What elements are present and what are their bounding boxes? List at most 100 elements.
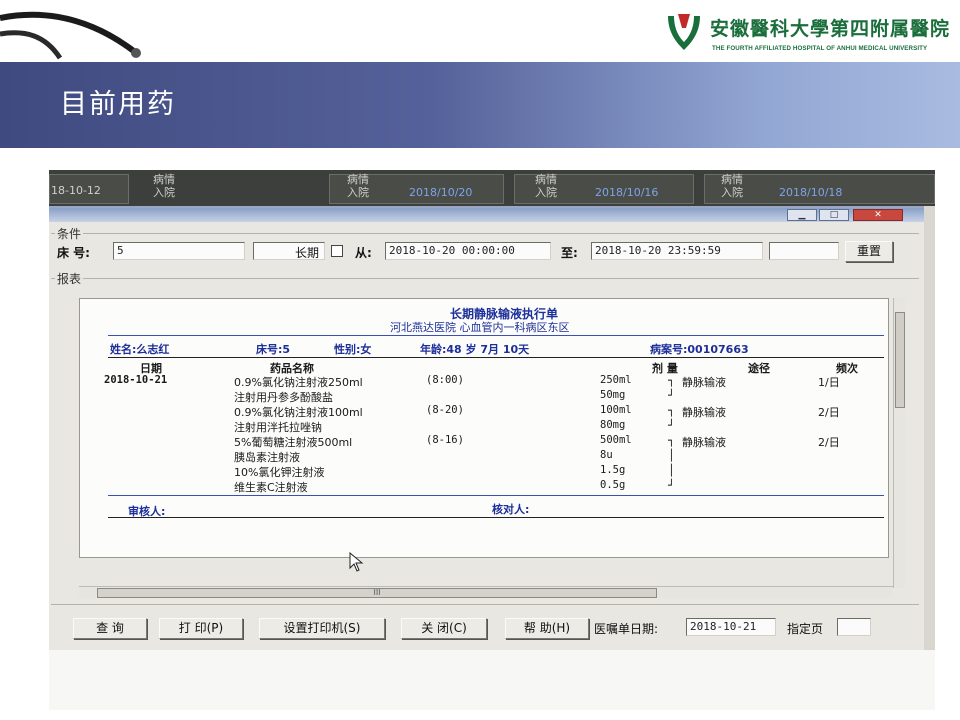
screen-photo: 18-10-12 病情 入院 病情 入院 2018/10/20 病情 入院 20…	[49, 170, 935, 710]
conditions-group-border	[51, 233, 919, 234]
drug-time: (8-16)	[426, 434, 464, 446]
drug-name: 注射用泮托拉唑钠	[234, 421, 322, 434]
report-subtitle: 河北燕达医院 心血管内一科病区东区	[390, 321, 570, 334]
slide-title: 目前用药	[60, 89, 176, 120]
report-group-label: 报表	[55, 270, 84, 287]
drug-name: 0.9%氯化钠注射液250ml	[234, 376, 363, 389]
background-cell-text: 2018/10/18	[779, 186, 843, 199]
horizontal-scroll-thumb[interactable]: III	[97, 588, 657, 598]
hospital-name-cn: 安徽醫科大學第四附属醫院	[710, 18, 951, 40]
conditions-group-label: 条件	[55, 225, 84, 242]
drug-dose: 80mg	[600, 419, 626, 431]
maximize-button[interactable]: □	[819, 209, 849, 221]
drug-dose: 0.5g	[600, 479, 626, 491]
background-cell-text: 2018/10/16	[595, 186, 659, 199]
background-cell-text: 18-10-12	[51, 184, 101, 197]
signature-rule	[108, 517, 884, 518]
drug-name: 胰岛素注射液	[234, 451, 300, 464]
drug-name: 0.9%氯化钠注射液100ml	[234, 406, 363, 419]
print-button[interactable]: 打 印(P)	[159, 618, 243, 639]
vertical-scrollbar[interactable]	[893, 298, 905, 588]
hospital-logo: 安徽醫科大學第四附属醫院 THE FOURTH AFFILIATED HOSPI…	[664, 8, 954, 58]
drug-time: (8-20)	[426, 404, 464, 416]
from-datetime-field[interactable]: 2018-10-20 00:00:00	[385, 242, 551, 260]
group-bracket: ┐	[668, 434, 675, 447]
drug-dose: 50mg	[600, 389, 626, 401]
group-bracket: │	[668, 449, 675, 462]
drug-dose: 250ml	[600, 374, 632, 386]
page-field[interactable]	[837, 618, 871, 636]
background-cell-text: 入院	[535, 186, 557, 199]
bed-number-label: 床 号:	[57, 246, 90, 260]
monitor-edge	[924, 206, 935, 650]
blank-field[interactable]	[769, 242, 839, 260]
group-bracket: ┐	[668, 374, 675, 387]
group-bracket: │	[668, 464, 675, 477]
report-preview: 长期静脉输液执行单 河北燕达医院 心血管内一科病区东区 姓名:么志红 床号:5 …	[79, 298, 889, 558]
from-label: 从:	[355, 246, 372, 260]
close-button[interactable]: 关 闭(C)	[401, 618, 487, 639]
group-bracket: ┘	[668, 419, 675, 432]
order-date-label: 医嘱单日期:	[594, 622, 659, 636]
horizontal-scrollbar[interactable]: III	[79, 586, 893, 598]
patient-sex: 性别:女	[334, 343, 372, 356]
background-cell-text: 入院	[153, 186, 175, 199]
query-button[interactable]: 查 询	[73, 618, 147, 639]
patient-bed: 床号:5	[256, 343, 291, 356]
infusion-report-dialog: ▁ □ ✕ 条件 床 号: 5 长期 从: 2018-10-20 00:00:0…	[49, 206, 924, 650]
hospital-name-en: THE FOURTH AFFILIATED HOSPITAL OF ANHUI …	[712, 45, 928, 52]
hospital-logo-icon	[668, 14, 700, 50]
drug-dose: 8u	[600, 449, 613, 461]
reset-button[interactable]: 重置	[845, 241, 893, 262]
background-cell-text: 病情	[347, 173, 369, 186]
minimize-button[interactable]: ▁	[787, 209, 817, 221]
drug-name: 5%葡萄糖注射液500ml	[234, 436, 353, 449]
header-rule	[108, 335, 884, 336]
bed-number-field[interactable]: 5	[113, 242, 245, 260]
stethoscope-decoration	[0, 11, 141, 60]
patient-rule	[108, 357, 884, 358]
drug-dose: 1.5g	[600, 464, 626, 476]
drug-frequency: 1/日	[818, 376, 840, 389]
patient-record-number: 病案号:00107663	[650, 343, 749, 356]
background-cell-text: 入院	[347, 186, 369, 199]
checker-label: 核对人:	[492, 503, 530, 516]
drug-dose: 100ml	[600, 404, 632, 416]
drug-route: 静脉输液	[682, 376, 726, 389]
drug-frequency: 2/日	[818, 436, 840, 449]
background-cell-text: 病情	[721, 173, 743, 186]
to-label: 至:	[561, 246, 578, 260]
help-button[interactable]: 帮 助(H)	[505, 618, 589, 639]
column-header-route: 途径	[748, 362, 770, 375]
drug-name: 注射用丹参多酚酸盐	[234, 391, 333, 404]
page-label: 指定页	[787, 622, 824, 636]
longterm-checkbox[interactable]	[331, 245, 343, 257]
order-date-field[interactable]: 2018-10-21	[686, 618, 776, 636]
background-cell-text: 入院	[721, 186, 743, 199]
drug-route: 静脉输液	[682, 406, 726, 419]
mouse-cursor-icon	[349, 552, 364, 572]
group-bracket: ┘	[668, 479, 675, 492]
report-group-border	[51, 278, 919, 279]
background-cell-text: 病情	[535, 173, 557, 186]
background-cell-text: 病情	[153, 173, 175, 186]
toolbar-divider	[51, 604, 919, 605]
monitor-bezel	[49, 650, 935, 710]
drug-route: 静脉输液	[682, 436, 726, 449]
drug-frequency: 2/日	[818, 406, 840, 419]
printer-settings-button[interactable]: 设置打印机(S)	[259, 618, 385, 639]
patient-age: 年龄:48 岁 7月 10天	[420, 343, 530, 356]
drug-name: 10%氯化钾注射液	[234, 466, 325, 479]
patient-name: 姓名:么志红	[110, 343, 170, 356]
footer-rule	[108, 495, 884, 496]
drug-dose: 500ml	[600, 434, 632, 446]
close-window-button[interactable]: ✕	[853, 209, 903, 221]
group-bracket: ┘	[668, 389, 675, 402]
longterm-label: 长期	[295, 246, 320, 260]
vertical-scroll-thumb[interactable]	[895, 312, 905, 408]
to-datetime-field[interactable]: 2018-10-20 23:59:59	[591, 242, 763, 260]
dialog-titlebar: ▁ □ ✕	[49, 208, 924, 222]
drug-name: 维生素C注射液	[234, 481, 308, 494]
order-date: 2018-10-21	[104, 374, 168, 386]
background-cell-text: 2018/10/20	[409, 186, 473, 199]
